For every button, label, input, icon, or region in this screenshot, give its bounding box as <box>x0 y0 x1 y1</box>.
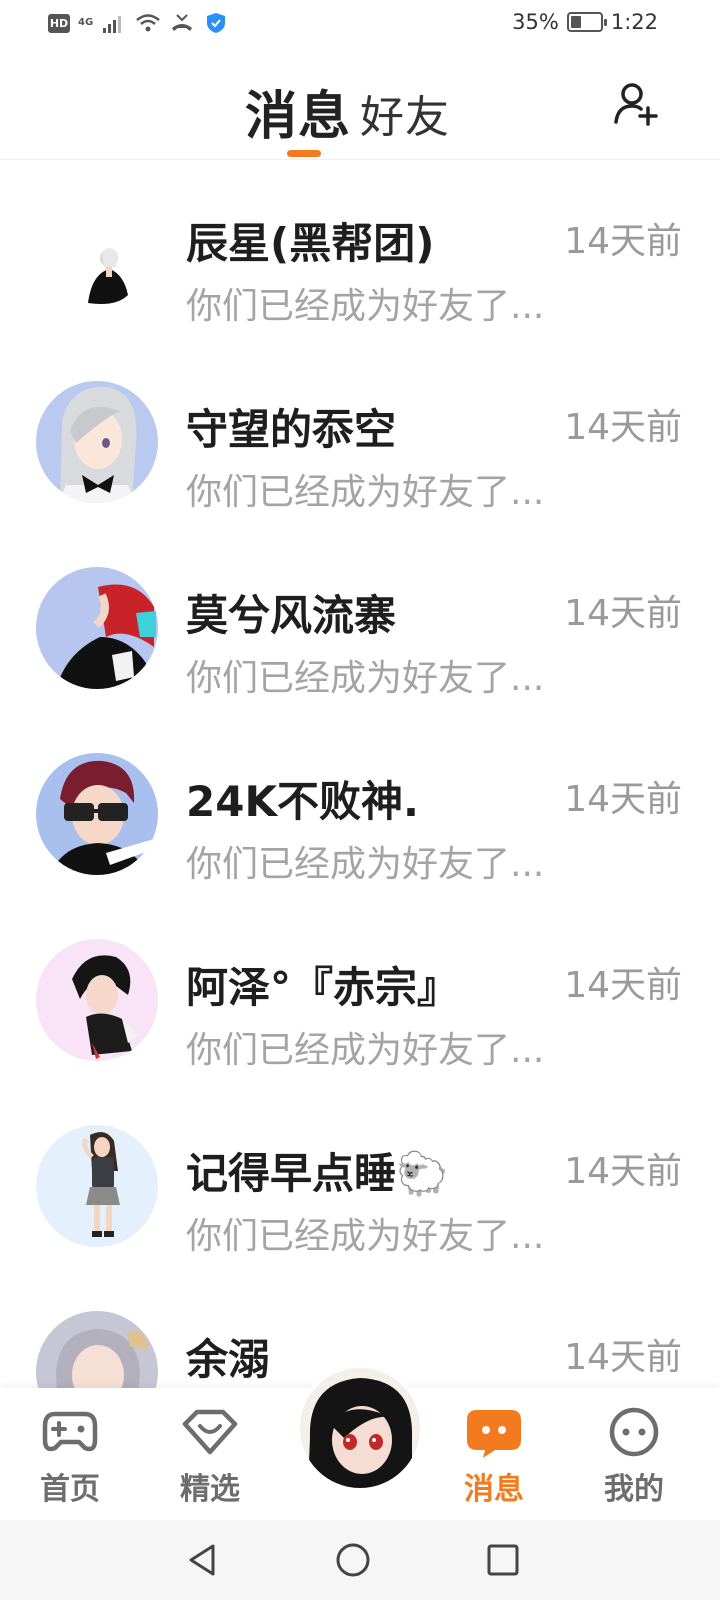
heart-badge-icon <box>182 1409 238 1455</box>
message-time: 14天前 <box>564 779 682 820</box>
back-icon[interactable] <box>183 1540 223 1580</box>
avatar <box>36 195 158 317</box>
avatar <box>36 753 158 875</box>
nav-item-messages[interactable]: 消息 <box>444 1406 544 1508</box>
recents-icon[interactable] <box>483 1540 523 1580</box>
network-type: 4G <box>78 17 94 28</box>
message-time: 14天前 <box>564 407 682 448</box>
message-preview: 你们已经成为好友了... <box>186 286 545 327</box>
system-nav-bar <box>0 1520 720 1600</box>
message-preview: 你们已经成为好友了... <box>186 658 545 699</box>
status-bar: HD 4G 35% 1:22 <box>0 0 720 50</box>
list-item[interactable]: 记得早点睡🐑 14天前 你们已经成为好友了... <box>0 1090 720 1278</box>
contact-name: 阿泽°『赤宗』 <box>186 963 460 1012</box>
contact-name: 辰星(黑帮团) <box>186 219 435 268</box>
eco-leaf-icon <box>580 18 589 26</box>
battery-percent: 35% <box>512 10 559 34</box>
contact-name: 莫兮风流寨 <box>186 591 397 640</box>
avatar <box>36 567 158 689</box>
add-user-icon[interactable] <box>612 80 660 128</box>
missed-call-icon <box>172 14 193 31</box>
nav-label: 精选 <box>180 1472 240 1507</box>
list-item[interactable]: 莫兮风流寨 14天前 你们已经成为好友了... <box>0 532 720 720</box>
active-tab-indicator <box>287 150 321 157</box>
hd-badge: HD <box>48 13 70 33</box>
nav-label: 消息 <box>464 1472 524 1507</box>
message-preview: 你们已经成为好友了... <box>186 472 545 513</box>
chat-bubble-icon <box>467 1410 521 1458</box>
wifi-icon <box>136 14 160 32</box>
message-preview: 你们已经成为好友了... <box>186 1216 545 1257</box>
contact-name: 守望的忝空 <box>186 405 397 454</box>
list-item[interactable]: 24K不败神. 14天前 你们已经成为好友了... <box>0 718 720 906</box>
message-preview: 你们已经成为好友了... <box>186 1030 545 1071</box>
message-list[interactable]: 辰星(黑帮团) 14天前 你们已经成为好友了... 守望的忝空 14天前 你们已… <box>0 160 720 1390</box>
shield-icon <box>207 13 226 33</box>
message-time: 14天前 <box>564 1337 682 1378</box>
nav-item-profile[interactable]: 我的 <box>584 1406 684 1508</box>
nav-label: 我的 <box>604 1472 664 1507</box>
avatar <box>36 939 158 1061</box>
contact-name: 24K不败神. <box>186 777 419 826</box>
tab-messages[interactable]: 消息 <box>245 74 351 149</box>
tab-friends[interactable]: 好友 <box>360 81 450 145</box>
contact-name: 记得早点睡🐑 <box>186 1149 449 1198</box>
contact-name: 余溺 <box>186 1335 271 1384</box>
face-icon <box>609 1407 659 1457</box>
status-left: HD 4G <box>48 12 229 34</box>
battery-icon <box>566 12 607 32</box>
center-avatar-button[interactable] <box>296 1364 424 1492</box>
nav-item-home[interactable]: 首页 <box>20 1406 120 1508</box>
signal-icon <box>103 16 122 33</box>
list-item[interactable]: 守望的忝空 14天前 你们已经成为好友了... <box>0 346 720 534</box>
message-time: 14天前 <box>564 221 682 262</box>
home-circle-icon[interactable] <box>333 1540 373 1580</box>
avatar <box>36 1311 158 1390</box>
message-time: 14天前 <box>564 1151 682 1192</box>
gamepad-icon <box>42 1411 98 1452</box>
header: 消息 好友 <box>0 50 720 160</box>
message-preview: 你们已经成为好友了... <box>186 844 545 885</box>
status-right: 35% 1:22 <box>512 10 658 34</box>
message-time: 14天前 <box>564 965 682 1006</box>
nav-label: 首页 <box>40 1472 100 1507</box>
message-time: 14天前 <box>564 593 682 634</box>
clock: 1:22 <box>610 10 658 34</box>
avatar <box>36 1125 158 1247</box>
list-item[interactable]: 辰星(黑帮团) 14天前 你们已经成为好友了... <box>0 160 720 348</box>
list-item[interactable]: 阿泽°『赤宗』 14天前 你们已经成为好友了... <box>0 904 720 1092</box>
nav-item-featured[interactable]: 精选 <box>160 1406 260 1508</box>
avatar <box>36 381 158 503</box>
